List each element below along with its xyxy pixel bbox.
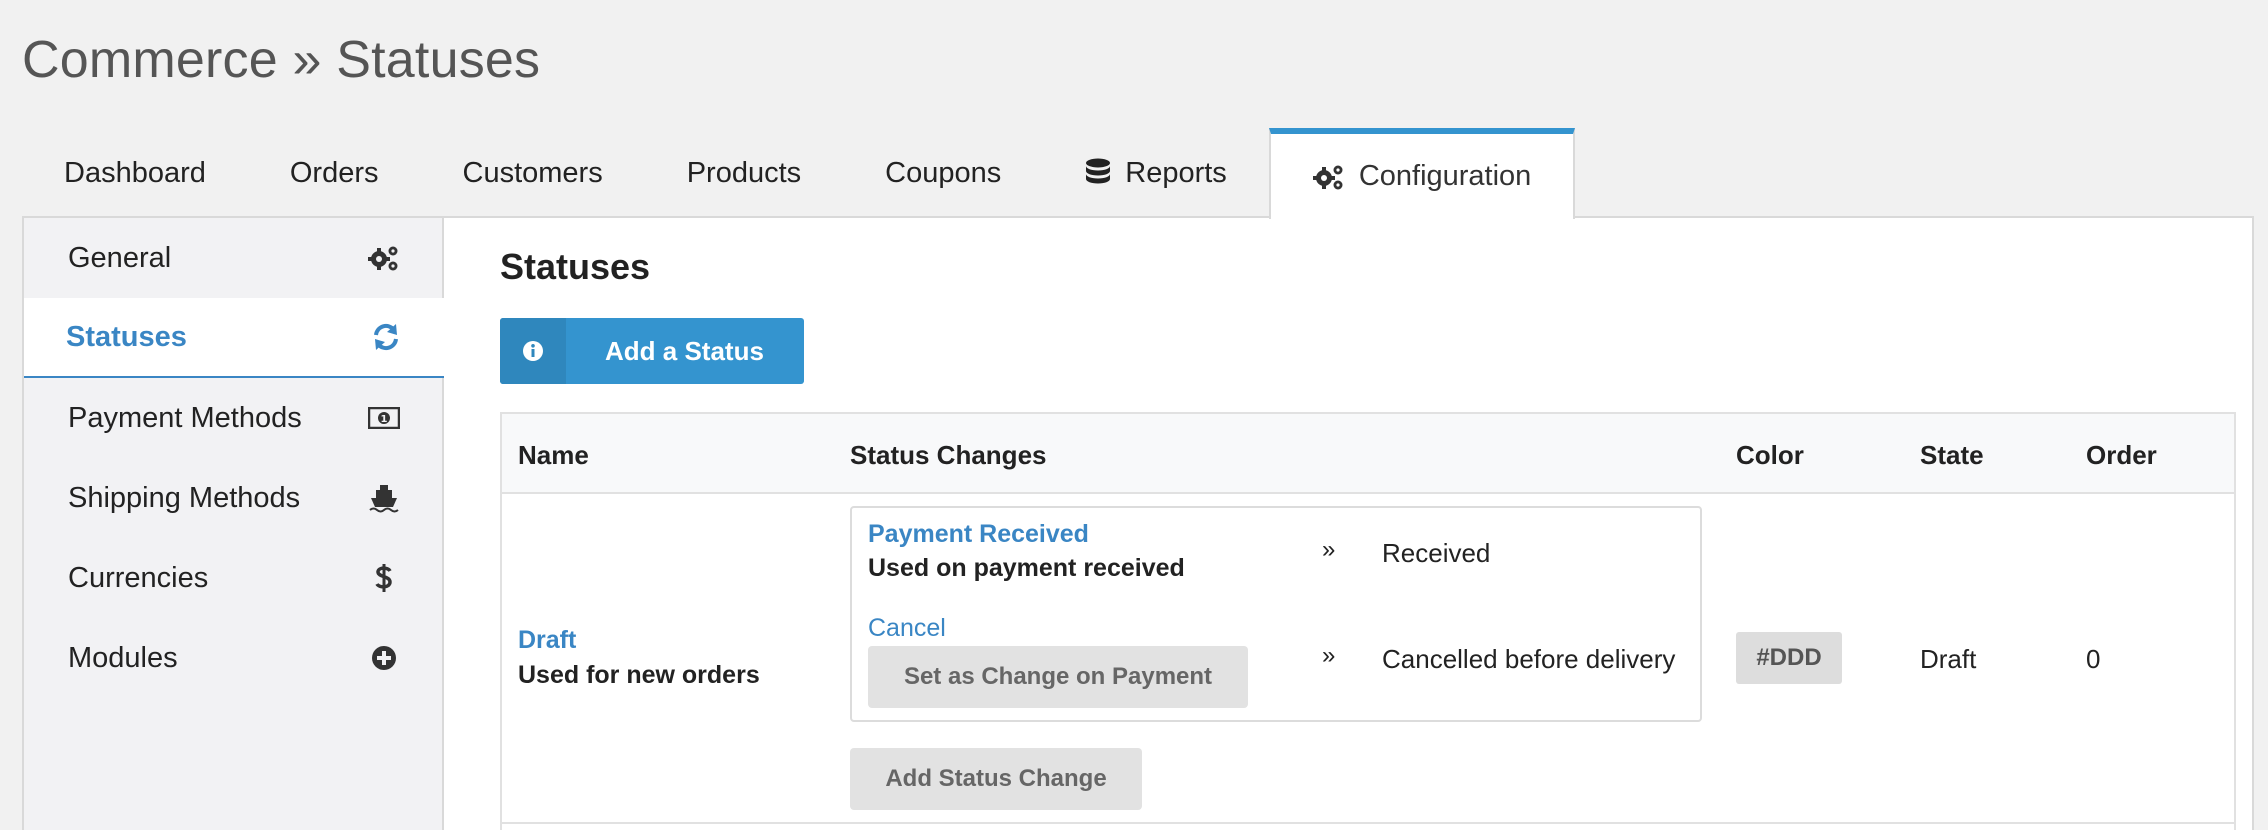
set-as-change-on-payment-button[interactable]: Set as Change on Payment — [868, 646, 1248, 708]
state-value: Draft — [1920, 644, 1977, 674]
sidebar-item-label: Currencies — [68, 561, 209, 594]
svg-text:1: 1 — [381, 414, 388, 425]
sidebar-item-label: Modules — [68, 641, 178, 674]
database-icon — [1085, 158, 1111, 188]
page-title: Commerce » Statuses — [22, 31, 541, 89]
sidebar-item-shipping-methods[interactable]: Shipping Methods — [24, 458, 442, 538]
sidebar-item-label: Payment Methods — [68, 401, 302, 434]
column-header-state: State — [1920, 440, 1984, 470]
table-row: Draft Used for new orders Payment Receiv… — [502, 494, 2234, 824]
add-status-button[interactable]: Add a Status — [500, 318, 804, 384]
info-icon — [500, 318, 566, 384]
tab-label: Dashboard — [64, 156, 206, 189]
arrow-icon: » — [1322, 536, 1336, 563]
page: Commerce » Statuses Dashboard Orders Cus… — [0, 0, 2268, 830]
sidebar-item-label: Shipping Methods — [68, 481, 301, 514]
sidebar-item-general[interactable]: General — [24, 218, 442, 298]
money-icon: 1 — [368, 402, 400, 434]
statuses-table: Name Status Changes Color State Order Dr… — [500, 412, 2236, 830]
tab-label: Customers — [462, 156, 603, 189]
dollar-icon — [368, 562, 400, 594]
column-header-order: Order — [2086, 440, 2157, 470]
tab-reports[interactable]: Reports — [1043, 128, 1269, 218]
tab-label: Orders — [289, 156, 379, 189]
add-status-change-button[interactable]: Add Status Change — [850, 748, 1142, 810]
column-header-color: Color — [1736, 440, 1804, 470]
tab-label: Configuration — [1358, 160, 1532, 192]
column-header-status-changes: Status Changes — [850, 440, 1047, 470]
change-description: Used on payment received — [868, 554, 1185, 582]
sidebar-item-label: General — [68, 241, 172, 274]
tab-dashboard[interactable]: Dashboard — [22, 128, 248, 218]
tab-coupons[interactable]: Coupons — [843, 128, 1043, 218]
main-panel: General Statuses Payment Methods 1 Shipp… — [22, 216, 2254, 830]
tab-label: Coupons — [885, 156, 1002, 189]
tab-products[interactable]: Products — [645, 128, 843, 218]
tab-label: Products — [686, 156, 802, 189]
tab-bar: Dashboard Orders Customers Products Coup… — [22, 128, 1576, 219]
table-header: Name Status Changes Color State Order — [502, 414, 2234, 494]
add-status-label: Add a Status — [605, 335, 764, 366]
change-target-status: Received — [1382, 538, 1491, 568]
sidebar-item-currencies[interactable]: Currencies — [24, 538, 442, 618]
section-title: Statuses — [500, 246, 651, 287]
sidebar-item-modules[interactable]: Modules — [24, 618, 442, 698]
sidebar-item-statuses[interactable]: Statuses — [24, 298, 444, 378]
tab-customers[interactable]: Customers — [421, 128, 645, 218]
content-area: Statuses Add a Status Name Status Change… — [500, 218, 2252, 830]
sidebar: General Statuses Payment Methods 1 Shipp… — [24, 218, 444, 830]
name-cell: Draft Used for new orders — [518, 626, 760, 690]
sidebar-item-payment-methods[interactable]: Payment Methods 1 — [24, 378, 442, 458]
tab-configuration[interactable]: Configuration — [1268, 128, 1576, 219]
status-name-link[interactable]: Draft — [518, 626, 760, 655]
column-header-name: Name — [518, 440, 589, 470]
status-description: Used for new orders — [518, 661, 760, 689]
change-target-status: Cancelled before delivery — [1382, 644, 1676, 674]
refresh-icon — [370, 321, 402, 353]
ship-icon — [368, 482, 400, 514]
order-value: 0 — [2086, 644, 2101, 674]
plus-circle-icon — [368, 642, 400, 674]
gears-icon — [1312, 163, 1345, 191]
status-changes-box: Payment Received Used on payment receive… — [850, 506, 1702, 722]
sidebar-item-label: Statuses — [66, 320, 187, 353]
tab-orders[interactable]: Orders — [248, 128, 421, 218]
tab-label: Reports — [1125, 156, 1227, 189]
gears-icon — [368, 242, 400, 274]
change-link-payment-received[interactable]: Payment Received — [868, 520, 1089, 549]
arrow-icon: » — [1322, 642, 1336, 669]
color-badge: #DDD — [1736, 632, 1842, 684]
change-link-cancel[interactable]: Cancel — [868, 614, 946, 643]
